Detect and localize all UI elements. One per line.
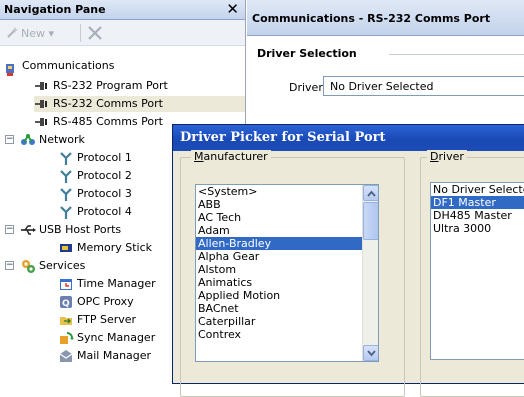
mail-manager-icon xyxy=(59,350,73,362)
protocol-icon xyxy=(60,206,72,219)
manufacturer-list[interactable]: <System> ABB AC Tech Adam Allen-Bradley Alpha… xyxy=(195,184,379,362)
driver-selection-heading: Driver Selection xyxy=(257,47,357,60)
driver-label: Driver: xyxy=(289,81,327,94)
tree-label: Communications xyxy=(22,59,115,72)
driver-picker-dialog: Driver Picker for Serial Port Manufactur… xyxy=(172,124,524,397)
collapse-icon[interactable]: − xyxy=(5,225,14,234)
nav-title: Navigation Pane xyxy=(4,3,106,16)
tree-label: OPC Proxy xyxy=(77,295,134,308)
chevron-down-icon xyxy=(367,350,376,357)
tree-label: Mail Manager xyxy=(77,349,152,362)
page-title: Communications - RS-232 Comms Port xyxy=(252,12,491,25)
tree-label: RS-485 Comms Port xyxy=(53,115,163,128)
tree-label: Network xyxy=(39,133,85,146)
scroll-thumb[interactable] xyxy=(363,202,378,240)
tree-label: RS-232 Program Port xyxy=(53,79,168,92)
new-button-label: New xyxy=(21,27,45,40)
tree-label: Sync Manager xyxy=(77,331,156,344)
ftp-server-icon xyxy=(60,317,72,325)
sync-manager-icon xyxy=(60,332,74,344)
tree-label: Protocol 1 xyxy=(77,151,132,164)
tree-item-rs232-comms-port[interactable]: RS-232 Comms Port xyxy=(34,96,245,112)
memory-stick-icon xyxy=(60,244,72,252)
tree-label: USB Host Ports xyxy=(39,223,122,236)
manufacturer-list-item[interactable]: Allen-Bradley xyxy=(196,237,378,250)
wand-icon xyxy=(7,27,18,38)
opc-proxy-icon: Q xyxy=(60,296,72,309)
communications-icon xyxy=(6,64,14,76)
tree-item-rs232-program-port[interactable]: RS-232 Program Port xyxy=(34,78,244,94)
driver-list-item[interactable]: DH485 Master xyxy=(431,209,524,222)
port-icon xyxy=(35,118,47,126)
tree-label: RS-232 Comms Port xyxy=(53,97,163,110)
port-icon xyxy=(35,100,47,108)
protocol-icon xyxy=(60,152,72,165)
protocol-icon xyxy=(60,188,72,201)
driver-list-item[interactable]: DF1 Master xyxy=(431,196,524,209)
collapse-icon[interactable]: − xyxy=(5,135,14,144)
scroll-down-button[interactable] xyxy=(363,345,378,361)
driver-group-label: Driver xyxy=(427,150,467,163)
manufacturer-list-item[interactable]: AC Tech xyxy=(196,211,378,224)
tree-item-communications[interactable]: Communications xyxy=(4,59,244,78)
dialog-titlebar[interactable]: Driver Picker for Serial Port xyxy=(173,125,524,151)
toolbar-separator xyxy=(80,24,81,42)
delete-x-icon[interactable] xyxy=(86,24,104,42)
main-header: Communications - RS-232 Comms Port xyxy=(247,0,524,36)
svg-text:Q: Q xyxy=(62,299,70,309)
manufacturer-label: Manufacturer xyxy=(191,150,271,163)
tree-label: Protocol 4 xyxy=(77,205,132,218)
driver-field[interactable]: No Driver Selected xyxy=(323,76,524,96)
collapse-icon[interactable]: − xyxy=(5,261,14,270)
manufacturer-list-item[interactable]: Contrex xyxy=(196,328,378,341)
driver-items: No Driver SelectedDF1 MasterDH485 Master… xyxy=(431,183,524,235)
manufacturer-list-item[interactable]: Applied Motion xyxy=(196,289,378,302)
chevron-up-icon xyxy=(367,190,376,197)
manufacturer-list-item[interactable]: <System> xyxy=(196,185,378,198)
nav-header: Navigation Pane ✕ xyxy=(0,0,245,20)
tree-label: Protocol 2 xyxy=(77,169,132,182)
manufacturer-list-item[interactable]: Alstom xyxy=(196,263,378,276)
manufacturer-list-item[interactable]: Caterpillar xyxy=(196,315,378,328)
scroll-up-button[interactable] xyxy=(363,185,378,201)
manufacturer-list-item[interactable]: BACnet xyxy=(196,302,378,315)
dialog-title: Driver Picker for Serial Port xyxy=(180,130,386,145)
time-manager-icon xyxy=(60,279,72,290)
scrollbar[interactable] xyxy=(362,185,378,361)
new-button[interactable]: New ▾ xyxy=(6,26,54,40)
tree-label: Time Manager xyxy=(77,277,156,290)
port-icon xyxy=(35,82,47,90)
usb-icon xyxy=(21,225,36,235)
manufacturer-items: <System> ABB AC Tech Adam Allen-Bradley Alpha… xyxy=(196,185,378,341)
manufacturer-list-item[interactable]: Animatics xyxy=(196,276,378,289)
network-icon xyxy=(21,134,35,145)
close-icon[interactable]: ✕ xyxy=(226,1,239,17)
protocol-icon xyxy=(60,170,72,183)
manufacturer-list-item[interactable]: Adam xyxy=(196,224,378,237)
tree-label: Protocol 3 xyxy=(77,187,132,200)
driver-list-item[interactable]: Ultra 3000 xyxy=(431,222,524,235)
manufacturer-list-item[interactable]: Alpha Gear xyxy=(196,250,378,263)
group-divider xyxy=(389,54,524,55)
tree-label: FTP Server xyxy=(77,313,137,326)
driver-list-item[interactable]: No Driver Selected xyxy=(431,183,524,196)
services-icon xyxy=(22,260,35,273)
manufacturer-list-item[interactable]: ABB xyxy=(196,198,378,211)
tree-label: Services xyxy=(39,259,86,272)
tree-label: Memory Stick xyxy=(77,241,153,254)
driver-list[interactable]: No Driver SelectedDF1 MasterDH485 Master… xyxy=(430,182,524,360)
nav-toolbar: New ▾ xyxy=(0,20,245,46)
